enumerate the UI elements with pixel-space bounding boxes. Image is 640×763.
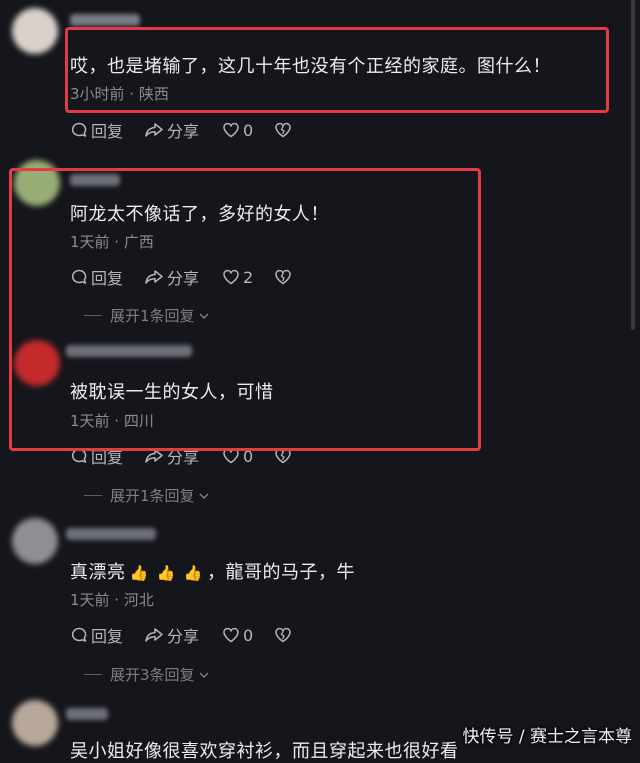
heart-icon [223, 627, 239, 643]
comment-text-part: 真漂亮 [70, 562, 126, 583]
reply-label: 回复 [91, 122, 124, 141]
username-blurred[interactable] [70, 14, 140, 26]
broken-heart-icon [275, 122, 291, 138]
divider-line [84, 495, 102, 496]
comment-bubble-icon [71, 627, 87, 642]
expand-label: 展开1条回复 [110, 487, 195, 505]
expand-replies[interactable]: 展开1条回复 [84, 485, 211, 506]
reply-label: 回复 [91, 627, 124, 646]
comment-text: 吴小姐好像很喜欢穿衬衫，而且穿起来也很好看 [70, 741, 459, 762]
heart-icon [223, 122, 239, 138]
comment-actions: 回复 分享 0 [70, 624, 311, 646]
highlight-box [65, 27, 609, 113]
chevron-down-icon [199, 671, 209, 678]
thumbs-up-icon: 👍 [129, 564, 149, 582]
username-blurred[interactable] [66, 708, 108, 720]
share-arrow-icon [145, 123, 163, 137]
reply-button[interactable]: 回复 [70, 118, 128, 142]
comment-meta: 1天前 · 河北 [70, 591, 154, 609]
comment-text: 真漂亮 👍 👍 👍 ，龍哥的马子，牛 [70, 558, 355, 584]
avatar[interactable] [12, 700, 58, 746]
like-button[interactable]: 0 [222, 626, 258, 645]
share-button[interactable]: 分享 [144, 118, 206, 142]
share-button[interactable]: 分享 [144, 623, 206, 647]
thumbs-up-icon: 👍 [156, 564, 176, 582]
comment-bubble-icon [71, 122, 87, 137]
divider-line [84, 674, 102, 675]
broken-heart-icon [275, 627, 291, 643]
username-blurred[interactable] [66, 528, 156, 540]
like-count: 0 [243, 625, 254, 645]
avatar[interactable] [12, 8, 58, 54]
share-label: 分享 [167, 627, 200, 646]
like-count: 0 [243, 120, 254, 140]
reply-button[interactable]: 回复 [70, 623, 128, 647]
comment-text-part: ，龍哥的马子，牛 [207, 562, 356, 583]
avatar[interactable] [12, 518, 58, 564]
chevron-down-icon [199, 492, 209, 499]
share-arrow-icon [145, 628, 163, 642]
scrollbar[interactable] [631, 0, 635, 330]
dislike-button[interactable] [274, 121, 295, 139]
watermark: 快传号 / 赛士之言本尊 [462, 727, 632, 747]
thumbs-up-icon: 👍 [183, 564, 204, 582]
comment-actions: 回复 分享 0 [70, 119, 311, 141]
expand-replies[interactable]: 展开3条回复 [84, 664, 211, 685]
dislike-button[interactable] [274, 626, 295, 644]
share-label: 分享 [167, 122, 200, 141]
highlight-box [9, 168, 481, 451]
like-button[interactable]: 0 [222, 121, 258, 140]
expand-label: 展开3条回复 [110, 666, 195, 684]
